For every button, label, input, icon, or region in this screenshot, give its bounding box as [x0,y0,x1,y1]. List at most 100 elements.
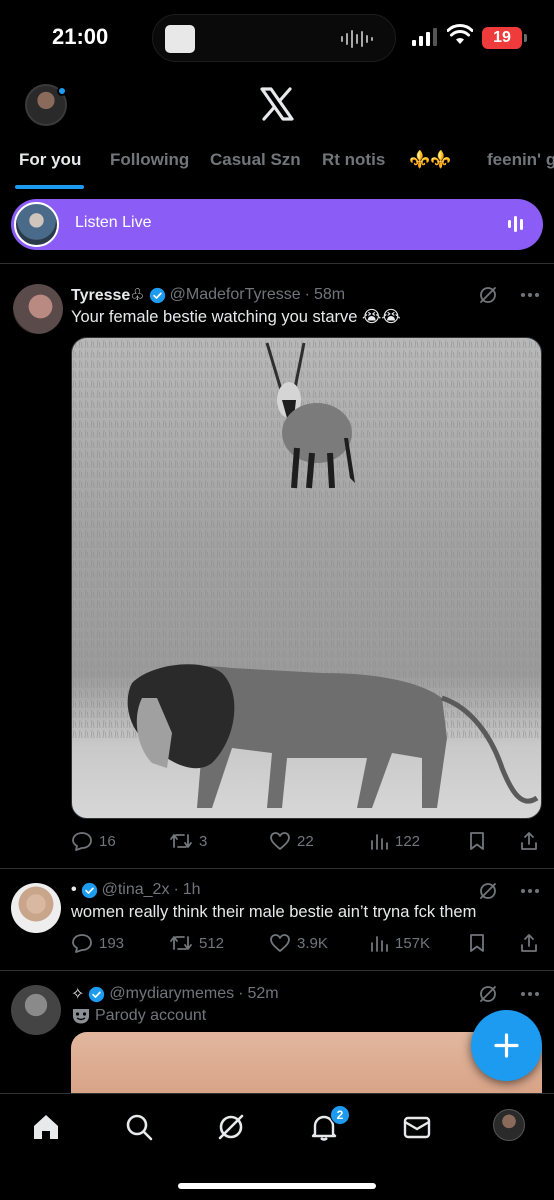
post-author-avatar[interactable] [13,284,63,334]
more-options-icon[interactable] [520,888,540,894]
status-bar: 21:00 19 [0,0,554,76]
notifications-badge: 2 [330,1105,350,1125]
post-author-avatar[interactable] [11,883,61,933]
post-time: 52m [247,985,279,1002]
home-indicator[interactable] [178,1183,376,1189]
audio-waveform-icon [341,29,373,49]
grok-nav-icon[interactable] [216,1112,246,1142]
author-handle[interactable]: @mydiarymemes [109,985,234,1003]
parody-account-label: Parody account [95,1007,207,1024]
divider [0,970,554,971]
verified-badge-icon [149,287,165,303]
tab-feenin[interactable]: feenin' g [487,150,554,170]
post-actions: 193 512 3.9K 157K [71,933,541,957]
dynamic-island[interactable] [152,14,396,62]
bookmark-icon [470,934,484,952]
tab-casual-szn[interactable]: Casual Szn [210,150,301,170]
like-count: 3.9K [297,934,328,952]
reply-icon [72,832,92,851]
tab-following[interactable]: Following [110,150,189,170]
account-avatar[interactable] [493,1109,525,1141]
listen-live-label: Listen Live [75,214,152,231]
heart-icon [270,832,290,850]
clock: 21:00 [52,24,109,49]
reply-icon [72,934,92,953]
post-header: • @tina_2x · 1h [71,881,201,899]
post-tools [478,881,540,901]
post-time: 1h [182,881,201,898]
dot-separator: · [238,985,244,1002]
reply-button[interactable]: 16 [71,831,116,851]
active-tab-indicator [15,185,84,189]
repost-icon [170,936,192,950]
compose-post-button[interactable] [471,1010,542,1081]
post-media-image[interactable] [71,337,542,819]
post-header: Tyresse♧ @MadeforTyresse · 58m [71,285,345,305]
verified-badge-icon [81,882,97,898]
tab-for-you[interactable]: For you [19,150,81,170]
live-audio-icon [508,216,523,232]
post-actions: 16 3 22 122 [71,831,541,855]
post-tools [478,285,540,305]
repost-button[interactable]: 3 [169,831,207,851]
divider [0,868,554,869]
dot-separator: · [304,286,310,303]
author-name[interactable]: • [71,881,77,899]
reply-button[interactable]: 193 [71,933,124,953]
bookmark-button[interactable] [468,933,486,953]
post-author-avatar[interactable] [11,985,61,1035]
timeline-tabs: For you Following Casual Szn Rt notis ⚜️… [0,140,554,190]
cellular-signal-icon [412,28,437,46]
messages-envelope-icon[interactable] [402,1112,432,1142]
share-button[interactable] [519,933,539,953]
post-time: 58m [313,286,346,303]
share-button[interactable] [519,831,539,851]
views-icon [371,834,388,850]
more-options-icon[interactable] [520,991,540,997]
views-icon [371,936,388,952]
battery-indicator: 19 [482,27,527,49]
verified-badge-icon [89,986,105,1002]
like-button[interactable]: 3.9K [269,933,328,953]
host-avatar [14,202,59,247]
search-icon[interactable] [124,1112,154,1142]
parody-label: Parody account [71,1007,206,1025]
post-text: Your female bestie watching you starve 😭… [71,308,401,326]
grok-icon[interactable] [478,881,498,901]
divider [0,263,554,264]
views-button[interactable]: 122 [369,831,420,851]
reply-count: 16 [99,832,116,850]
like-button[interactable]: 22 [269,831,314,851]
repost-icon [170,834,192,848]
reply-count: 193 [99,934,125,952]
home-icon[interactable] [31,1112,61,1142]
author-handle[interactable]: @MadeforTyresse [170,286,301,304]
author-handle[interactable]: @tina_2x [102,881,170,899]
more-options-icon[interactable] [520,292,540,298]
tab-fleur-de-lis[interactable]: ⚜️⚜️ [409,150,451,170]
profile-avatar[interactable] [25,84,67,126]
oryx-and-lion-photo [72,338,541,808]
author-name[interactable]: Tyresse♧ [71,285,145,305]
wifi-icon [447,24,473,44]
share-icon [521,832,537,850]
plus-icon [494,1033,519,1058]
post-tools [478,984,540,1004]
x-logo-icon[interactable] [259,86,295,122]
repost-button[interactable]: 512 [169,933,224,953]
grok-icon[interactable] [478,984,498,1004]
post-text: women really think their male bestie ain… [71,903,477,921]
parody-mask-icon [73,1009,89,1024]
post-header: ✧ @mydiarymemes · 52m [71,984,279,1004]
views-button[interactable]: 157K [369,933,430,953]
tab-rt-notis[interactable]: Rt notis [322,150,385,170]
grok-icon[interactable] [478,285,498,305]
repost-count: 3 [199,832,208,850]
view-count: 157K [395,934,431,952]
repost-count: 512 [199,934,225,952]
unread-dot [57,86,67,96]
author-name[interactable]: ✧ [71,984,84,1004]
bookmark-button[interactable] [468,831,486,851]
listen-live-bar[interactable]: Listen Live [11,199,543,250]
view-count: 122 [395,832,421,850]
